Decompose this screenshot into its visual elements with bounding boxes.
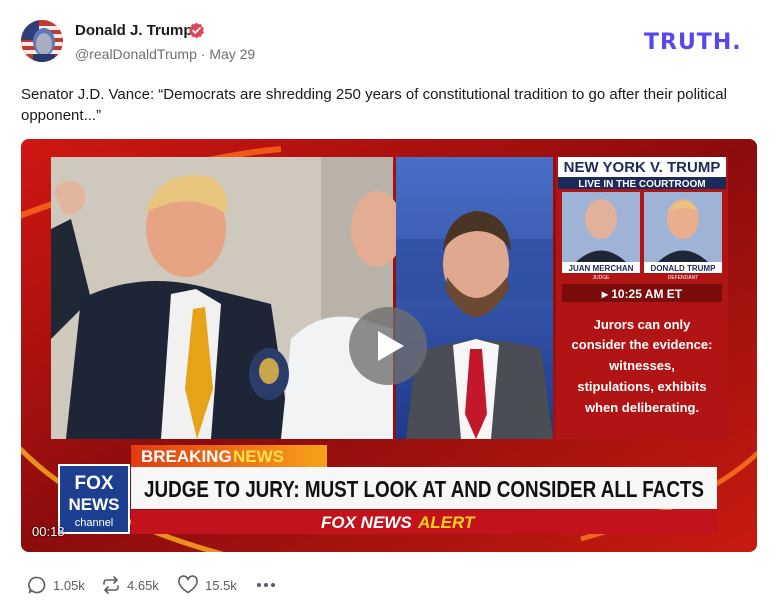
retruth-button[interactable]: 4.65k — [101, 574, 159, 596]
reply-button[interactable]: 1.05k — [27, 574, 85, 596]
alert-word: ALERT — [417, 513, 476, 532]
play-button[interactable] — [349, 307, 427, 385]
handle[interactable]: @realDonaldTrump — [75, 46, 197, 62]
post-date[interactable]: May 29 — [209, 46, 255, 62]
broadcast-time: ▸ 10:25 AM ET — [601, 287, 683, 301]
fox-logo-bottom: NEWS — [69, 495, 120, 514]
handle-and-date: @realDonaldTrump · May 29 — [75, 46, 255, 62]
breaking-label: BREAKING — [141, 447, 232, 466]
note-line: when deliberating. — [584, 400, 699, 415]
verified-icon — [189, 22, 204, 39]
panel-title: NEW YORK V. TRUMP — [564, 159, 721, 176]
like-count: 15.5k — [205, 577, 237, 593]
headline: JUDGE TO JURY: MUST LOOK AT AND CONSIDER… — [144, 476, 704, 502]
video-duration: 00:18 — [32, 524, 65, 539]
reply-count: 1.05k — [53, 577, 85, 593]
person2-role: DEFENDANT — [668, 275, 699, 281]
more-icon — [257, 583, 275, 587]
breaking-news-word: NEWS — [233, 447, 284, 466]
play-icon — [378, 331, 404, 361]
note-line: stipulations, exhibits — [577, 379, 706, 394]
more-button[interactable] — [254, 574, 278, 596]
reply-icon — [28, 576, 46, 594]
fox-logo-top: FOX — [74, 473, 113, 494]
note-line: witnesses, — [608, 358, 675, 373]
truth-post: Donald J. Trump @realDonaldTrump · May 2… — [0, 0, 778, 615]
retruth-icon — [103, 576, 119, 594]
display-name[interactable]: Donald J. Trump — [75, 22, 193, 39]
retruth-count: 4.65k — [127, 577, 159, 593]
person1-role: JUDGE — [593, 275, 611, 281]
video-player[interactable]: NEW YORK V. TRUMP LIVE IN THE COURTROOM … — [21, 139, 757, 552]
truth-logo[interactable]: TRUTH. — [644, 31, 756, 55]
heart-icon — [178, 575, 198, 594]
avatar[interactable] — [21, 20, 63, 62]
person2-name: DONALD TRUMP — [651, 264, 717, 273]
panel-subtitle: LIVE IN THE COURTROOM — [578, 179, 705, 190]
note-line: Jurors can only — [594, 317, 692, 332]
alert-prefix: FOX NEWS — [321, 513, 412, 532]
person1-name: JUAN MERCHAN — [569, 264, 634, 273]
like-button[interactable]: 15.5k — [177, 574, 237, 596]
fox-logo-channel: channel — [75, 517, 114, 529]
note-line: consider the evidence: — [572, 337, 713, 352]
post-text: Senator J.D. Vance: “Democrats are shred… — [21, 86, 727, 124]
